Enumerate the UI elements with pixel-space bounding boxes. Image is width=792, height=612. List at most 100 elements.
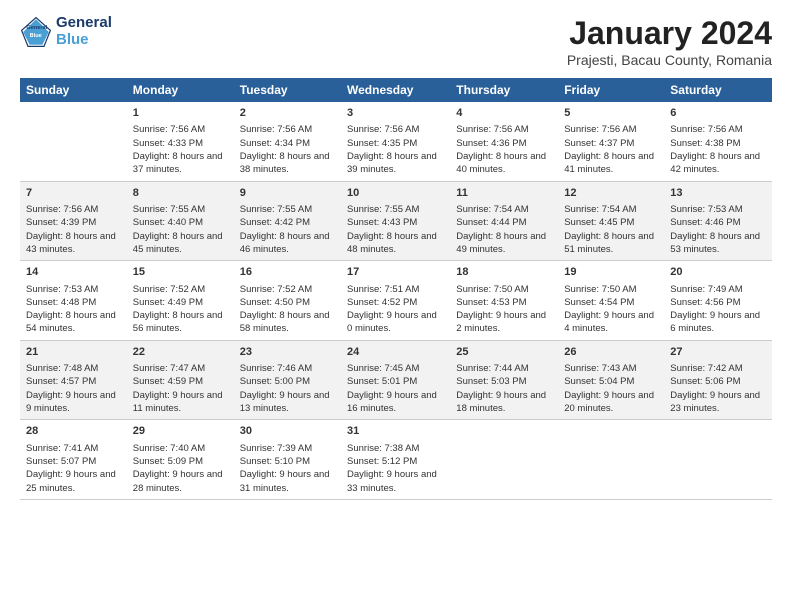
day-number: 12 <box>564 186 658 201</box>
day-number: 2 <box>240 106 335 121</box>
day-header-thursday: Thursday <box>450 78 558 102</box>
sunset: Sunset: 4:44 PM <box>456 216 552 229</box>
sunset: Sunset: 4:38 PM <box>670 137 766 150</box>
cell-0-5: 5Sunrise: 7:56 AMSunset: 4:37 PMDaylight… <box>558 102 664 181</box>
cell-1-3: 10Sunrise: 7:55 AMSunset: 4:43 PMDayligh… <box>341 181 450 261</box>
sunrise: Sunrise: 7:38 AM <box>347 442 444 455</box>
sunrise: Sunrise: 7:55 AM <box>133 203 228 216</box>
cell-2-3: 17Sunrise: 7:51 AMSunset: 4:52 PMDayligh… <box>341 261 450 341</box>
cell-0-4: 4Sunrise: 7:56 AMSunset: 4:36 PMDaylight… <box>450 102 558 181</box>
day-number: 22 <box>133 345 228 360</box>
daylight: Daylight: 8 hours and 40 minutes. <box>456 150 552 177</box>
cell-3-4: 25Sunrise: 7:44 AMSunset: 5:03 PMDayligh… <box>450 340 558 420</box>
week-row-1: 7Sunrise: 7:56 AMSunset: 4:39 PMDaylight… <box>20 181 772 261</box>
cell-1-0: 7Sunrise: 7:56 AMSunset: 4:39 PMDaylight… <box>20 181 127 261</box>
sunset: Sunset: 5:10 PM <box>240 455 335 468</box>
daylight: Daylight: 8 hours and 58 minutes. <box>240 309 335 336</box>
cell-1-5: 12Sunrise: 7:54 AMSunset: 4:45 PMDayligh… <box>558 181 664 261</box>
cell-1-2: 9Sunrise: 7:55 AMSunset: 4:42 PMDaylight… <box>234 181 341 261</box>
sunset: Sunset: 4:46 PM <box>670 216 766 229</box>
day-number: 11 <box>456 186 552 201</box>
sunset: Sunset: 4:36 PM <box>456 137 552 150</box>
week-row-3: 21Sunrise: 7:48 AMSunset: 4:57 PMDayligh… <box>20 340 772 420</box>
logo: General Blue General Blue <box>20 15 112 48</box>
cell-4-5 <box>558 420 664 500</box>
week-row-0: 1Sunrise: 7:56 AMSunset: 4:33 PMDaylight… <box>20 102 772 181</box>
sunset: Sunset: 4:48 PM <box>26 296 121 309</box>
day-header-sunday: Sunday <box>20 78 127 102</box>
day-number: 7 <box>26 186 121 201</box>
sunset: Sunset: 5:04 PM <box>564 375 658 388</box>
sunset: Sunset: 4:56 PM <box>670 296 766 309</box>
cell-3-6: 27Sunrise: 7:42 AMSunset: 5:06 PMDayligh… <box>664 340 772 420</box>
sunrise: Sunrise: 7:48 AM <box>26 362 121 375</box>
daylight: Daylight: 9 hours and 11 minutes. <box>133 389 228 416</box>
sunset: Sunset: 5:03 PM <box>456 375 552 388</box>
cell-4-0: 28Sunrise: 7:41 AMSunset: 5:07 PMDayligh… <box>20 420 127 500</box>
daylight: Daylight: 8 hours and 38 minutes. <box>240 150 335 177</box>
sunrise: Sunrise: 7:46 AM <box>240 362 335 375</box>
sunset: Sunset: 5:01 PM <box>347 375 444 388</box>
daylight: Daylight: 8 hours and 43 minutes. <box>26 230 121 257</box>
day-number: 27 <box>670 345 766 360</box>
logo-general: General <box>56 15 112 32</box>
daylight: Daylight: 8 hours and 53 minutes. <box>670 230 766 257</box>
daylight: Daylight: 8 hours and 39 minutes. <box>347 150 444 177</box>
day-number: 19 <box>564 265 658 280</box>
sunrise: Sunrise: 7:50 AM <box>564 283 658 296</box>
sunrise: Sunrise: 7:56 AM <box>564 123 658 136</box>
day-number: 16 <box>240 265 335 280</box>
sunrise: Sunrise: 7:56 AM <box>26 203 121 216</box>
sunrise: Sunrise: 7:52 AM <box>240 283 335 296</box>
cell-2-5: 19Sunrise: 7:50 AMSunset: 4:54 PMDayligh… <box>558 261 664 341</box>
daylight: Daylight: 9 hours and 6 minutes. <box>670 309 766 336</box>
sunrise: Sunrise: 7:54 AM <box>456 203 552 216</box>
sunset: Sunset: 4:40 PM <box>133 216 228 229</box>
cell-1-1: 8Sunrise: 7:55 AMSunset: 4:40 PMDaylight… <box>127 181 234 261</box>
daylight: Daylight: 8 hours and 42 minutes. <box>670 150 766 177</box>
sunrise: Sunrise: 7:39 AM <box>240 442 335 455</box>
cell-4-2: 30Sunrise: 7:39 AMSunset: 5:10 PMDayligh… <box>234 420 341 500</box>
sunrise: Sunrise: 7:53 AM <box>670 203 766 216</box>
sunset: Sunset: 4:37 PM <box>564 137 658 150</box>
sunset: Sunset: 5:06 PM <box>670 375 766 388</box>
cell-4-4 <box>450 420 558 500</box>
daylight: Daylight: 8 hours and 46 minutes. <box>240 230 335 257</box>
cell-3-1: 22Sunrise: 7:47 AMSunset: 4:59 PMDayligh… <box>127 340 234 420</box>
cell-4-6 <box>664 420 772 500</box>
daylight: Daylight: 9 hours and 31 minutes. <box>240 468 335 495</box>
cell-2-6: 20Sunrise: 7:49 AMSunset: 4:56 PMDayligh… <box>664 261 772 341</box>
sunrise: Sunrise: 7:41 AM <box>26 442 121 455</box>
sunrise: Sunrise: 7:56 AM <box>670 123 766 136</box>
cell-3-5: 26Sunrise: 7:43 AMSunset: 5:04 PMDayligh… <box>558 340 664 420</box>
subtitle: Prajesti, Bacau County, Romania <box>567 52 772 68</box>
day-number: 25 <box>456 345 552 360</box>
logo-blue: Blue <box>56 32 112 49</box>
sunrise: Sunrise: 7:53 AM <box>26 283 121 296</box>
sunset: Sunset: 5:00 PM <box>240 375 335 388</box>
header-row: SundayMondayTuesdayWednesdayThursdayFrid… <box>20 78 772 102</box>
svg-text:Blue: Blue <box>30 32 42 38</box>
sunset: Sunset: 4:49 PM <box>133 296 228 309</box>
sunrise: Sunrise: 7:47 AM <box>133 362 228 375</box>
sunrise: Sunrise: 7:42 AM <box>670 362 766 375</box>
day-number: 5 <box>564 106 658 121</box>
cell-3-2: 23Sunrise: 7:46 AMSunset: 5:00 PMDayligh… <box>234 340 341 420</box>
sunset: Sunset: 4:52 PM <box>347 296 444 309</box>
day-number: 28 <box>26 424 121 439</box>
day-header-wednesday: Wednesday <box>341 78 450 102</box>
day-number: 21 <box>26 345 121 360</box>
day-number: 3 <box>347 106 444 121</box>
daylight: Daylight: 8 hours and 56 minutes. <box>133 309 228 336</box>
sunset: Sunset: 4:45 PM <box>564 216 658 229</box>
day-number: 26 <box>564 345 658 360</box>
sunrise: Sunrise: 7:45 AM <box>347 362 444 375</box>
week-row-2: 14Sunrise: 7:53 AMSunset: 4:48 PMDayligh… <box>20 261 772 341</box>
sunset: Sunset: 5:12 PM <box>347 455 444 468</box>
daylight: Daylight: 9 hours and 20 minutes. <box>564 389 658 416</box>
day-number: 18 <box>456 265 552 280</box>
sunrise: Sunrise: 7:40 AM <box>133 442 228 455</box>
sunrise: Sunrise: 7:49 AM <box>670 283 766 296</box>
sunrise: Sunrise: 7:44 AM <box>456 362 552 375</box>
calendar-table: SundayMondayTuesdayWednesdayThursdayFrid… <box>20 78 772 500</box>
